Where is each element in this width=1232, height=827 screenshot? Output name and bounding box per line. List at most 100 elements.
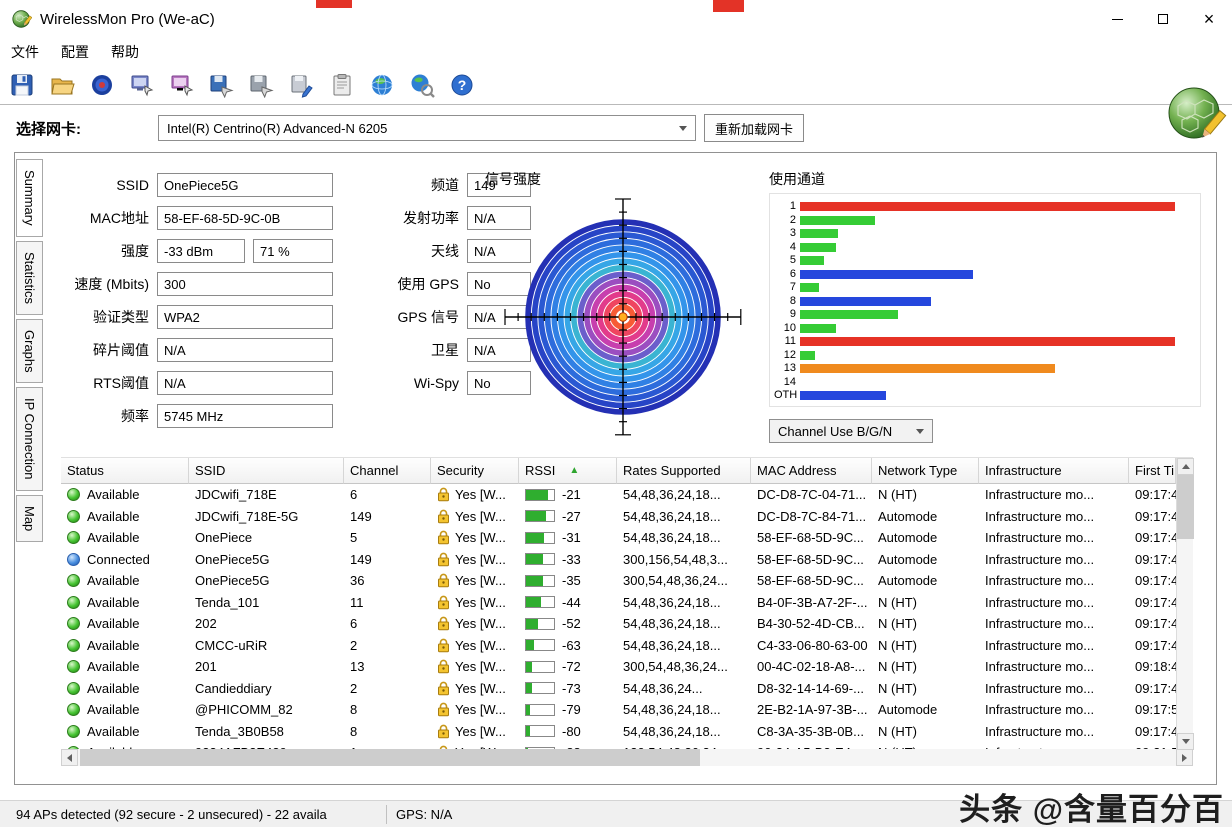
column-header-rssi[interactable]: RSSI▲ xyxy=(519,458,617,484)
column-header-rates-supported[interactable]: Rates Supported xyxy=(617,458,751,484)
field-value-box: 5745 MHz xyxy=(157,404,333,428)
cell-network-type: N (HT) xyxy=(872,592,979,614)
field-value-box: WPA2 xyxy=(157,305,333,329)
write-report-icon[interactable] xyxy=(288,71,316,99)
horizontal-scrollbar-track[interactable] xyxy=(78,749,1176,766)
tab-map[interactable]: Map xyxy=(16,495,43,542)
channel-bar-track xyxy=(800,214,1196,227)
cell-infrastructure: Infrastructure mo... xyxy=(979,613,1129,635)
horizontal-scrollbar[interactable] xyxy=(61,749,1193,766)
cell-mac: B4-0F-3B-A7-2F-... xyxy=(751,592,872,614)
table-row[interactable]: AvailableTenda_10111Yes [W...-4454,48,36… xyxy=(61,592,1193,614)
clipboard-icon[interactable] xyxy=(328,71,356,99)
table-row[interactable]: Available20113Yes [W...-72300,54,48,36,2… xyxy=(61,656,1193,678)
channel-bar-track xyxy=(800,295,1196,308)
cell-infrastructure: Infrastructure mo... xyxy=(979,699,1129,721)
chevron-down-icon xyxy=(916,429,924,434)
cell-rssi: -73 xyxy=(519,678,617,700)
tab-graphs[interactable]: Graphs xyxy=(16,319,43,384)
channel-label: 7 xyxy=(774,282,800,293)
web-icon[interactable] xyxy=(368,71,396,99)
signal-strength-panel: 信号强度 xyxy=(485,169,761,447)
cell-first-time: 09:17:4 xyxy=(1129,635,1176,657)
table-row[interactable]: AvailableCandieddiary2Yes [W...-7354,48,… xyxy=(61,678,1193,700)
channel-bar-row: 5 xyxy=(774,254,1196,268)
copy-graph-alt-icon[interactable] xyxy=(168,71,196,99)
menu-item-0[interactable]: 文件 xyxy=(0,38,50,66)
channel-bar-row: 10 xyxy=(774,322,1196,336)
save-icon[interactable] xyxy=(8,71,36,99)
field-label: 验证类型 xyxy=(61,307,157,327)
web-find-icon[interactable] xyxy=(408,71,436,99)
column-header-security[interactable]: Security xyxy=(431,458,519,484)
scroll-up-button[interactable] xyxy=(1177,458,1194,475)
open-folder-icon[interactable] xyxy=(48,71,76,99)
reload-adapter-button[interactable]: 重新加载网卡 xyxy=(704,114,804,142)
column-header-channel[interactable]: Channel xyxy=(344,458,431,484)
field-row: 频率5745 MHz xyxy=(61,404,333,428)
cell-security: Yes [W... xyxy=(431,635,519,657)
table-row[interactable]: Available@PHICOMM_828Yes [W...-7954,48,3… xyxy=(61,699,1193,721)
available-orb-icon xyxy=(67,725,80,738)
minimize-button[interactable] xyxy=(1094,0,1140,38)
channel-bar-track xyxy=(800,335,1196,348)
channel-bar xyxy=(800,364,1055,373)
adapter-combobox-value: Intel(R) Centrino(R) Advanced-N 6205 xyxy=(167,121,387,136)
vertical-scrollbar-thumb[interactable] xyxy=(1177,475,1194,539)
menu-item-1[interactable]: 配置 xyxy=(50,38,100,66)
column-header-infrastructure[interactable]: Infrastructure xyxy=(979,458,1129,484)
column-header-ssid[interactable]: SSID xyxy=(189,458,344,484)
column-header-first-ti[interactable]: First Ti xyxy=(1129,458,1176,484)
menu-item-2[interactable]: 帮助 xyxy=(100,38,150,66)
column-header-status[interactable]: Status xyxy=(61,458,189,484)
table-row[interactable]: AvailableCMCC-uRiR2Yes [W...-6354,48,36,… xyxy=(61,635,1193,657)
cell-security: Yes [W... xyxy=(431,484,519,506)
cell-security: Yes [W... xyxy=(431,699,519,721)
cell-channel: 36 xyxy=(344,570,431,592)
column-header-network-type[interactable]: Network Type xyxy=(872,458,979,484)
tab-ip-connection[interactable]: IP Connection xyxy=(16,387,43,490)
minimize-icon xyxy=(1112,19,1123,20)
table-row[interactable]: AvailableOnePiece5G36Yes [W...-35300,54,… xyxy=(61,570,1193,592)
cell-infrastructure: Infrastructure mo... xyxy=(979,592,1129,614)
channel-label: 5 xyxy=(774,255,800,266)
lock-icon xyxy=(437,659,450,674)
table-row[interactable]: AvailableOnePiece5Yes [W...-3154,48,36,2… xyxy=(61,527,1193,549)
help-icon[interactable]: ? xyxy=(448,71,476,99)
adapter-combobox[interactable]: Intel(R) Centrino(R) Advanced-N 6205 xyxy=(158,115,696,141)
table-row[interactable]: AvailableTenda_3B0B588Yes [W...-8054,48,… xyxy=(61,721,1193,743)
table-row[interactable]: ConnectedOnePiece5G149Yes [W...-33300,15… xyxy=(61,549,1193,571)
copy-graph-icon[interactable] xyxy=(128,71,156,99)
cell-ssid: JDCwifi_718E-5G xyxy=(189,506,344,528)
lock-icon xyxy=(437,702,450,717)
maximize-button[interactable] xyxy=(1140,0,1186,38)
export-data-icon[interactable] xyxy=(208,71,236,99)
column-header-label: First Ti xyxy=(1135,463,1174,478)
column-header-mac-address[interactable]: MAC Address xyxy=(751,458,872,484)
rssi-level-bar xyxy=(525,661,555,673)
status-text: Connected xyxy=(87,552,150,567)
field-row: 速度 (Mbits)300 xyxy=(61,272,333,296)
tab-statistics[interactable]: Statistics xyxy=(16,241,43,315)
tab-summary[interactable]: Summary xyxy=(16,159,43,237)
scroll-right-button[interactable] xyxy=(1176,749,1193,766)
rssi-level-bar xyxy=(525,682,555,694)
channel-bar-row: 14 xyxy=(774,376,1196,390)
channel-bar xyxy=(800,297,931,306)
table-row[interactable]: AvailableJDCwifi_718E-5G149Yes [W...-275… xyxy=(61,506,1193,528)
vertical-scrollbar[interactable] xyxy=(1176,458,1193,750)
channel-use-bar-chart: 1234567891011121314OTH xyxy=(769,193,1201,407)
table-row[interactable]: Available2026Yes [W...-5254,48,36,24,18.… xyxy=(61,613,1193,635)
table-row[interactable]: AvailableJDCwifi_718E6Yes [W...-2154,48,… xyxy=(61,484,1193,506)
scroll-down-button[interactable] xyxy=(1177,733,1194,750)
scroll-left-button[interactable] xyxy=(61,749,78,766)
close-button[interactable]: × xyxy=(1186,0,1232,38)
rssi-level-bar xyxy=(525,489,555,501)
record-icon[interactable] xyxy=(88,71,116,99)
field-value-box: OnePiece5G xyxy=(157,173,333,197)
horizontal-scrollbar-thumb[interactable] xyxy=(80,749,700,766)
lock-icon xyxy=(437,681,450,696)
table-header: StatusSSIDChannelSecurityRSSI▲Rates Supp… xyxy=(61,458,1193,484)
export-data-alt-icon[interactable] xyxy=(248,71,276,99)
channel-use-mode-combobox[interactable]: Channel Use B/G/N xyxy=(769,419,933,443)
